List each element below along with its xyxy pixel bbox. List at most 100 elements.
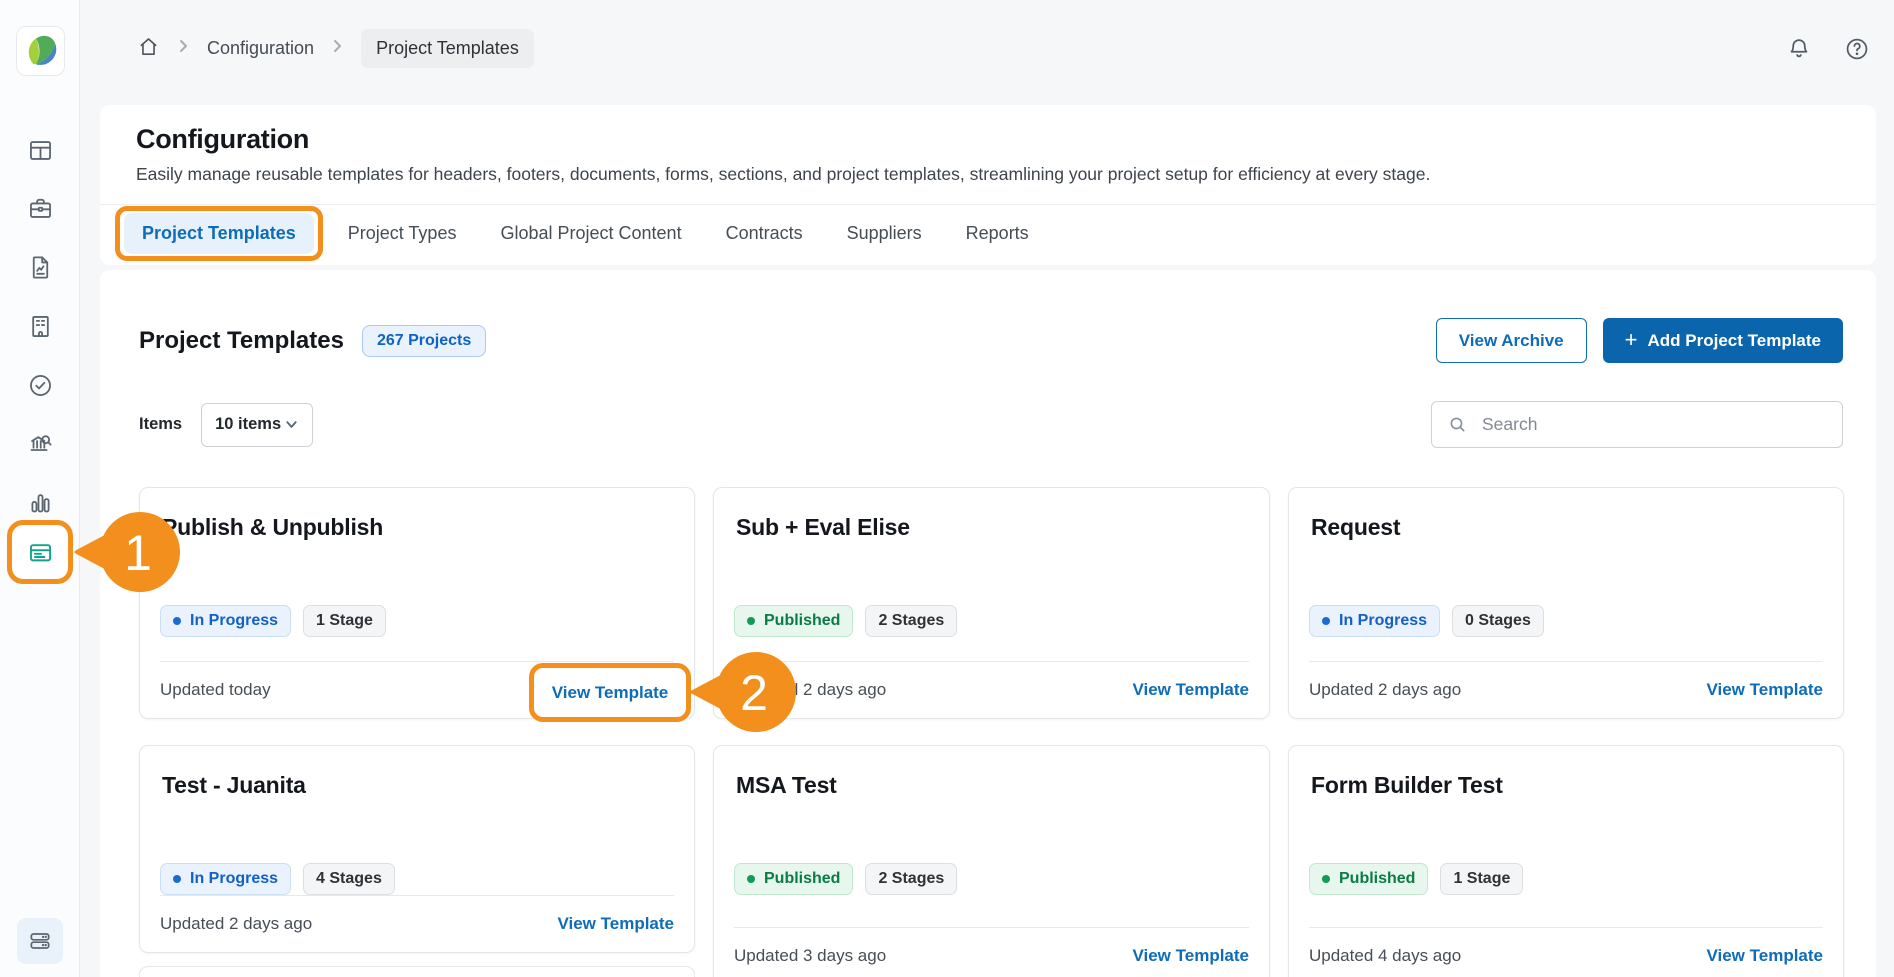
annotation-ring-view-template: View Template: [529, 663, 691, 722]
filter-row: Items 10 items: [139, 401, 1843, 448]
sidebar-item-sourcing[interactable]: [0, 419, 80, 467]
chevron-right-icon: [178, 38, 189, 59]
section-title: Project Templates: [139, 327, 344, 355]
check-circle-icon: [27, 372, 54, 399]
tab-project-templates[interactable]: Project Templates: [124, 213, 314, 254]
status-label: Published: [1339, 870, 1415, 888]
sidebar-item-projects[interactable]: [0, 184, 80, 232]
updated-text: Updated 2 days ago: [160, 914, 312, 934]
badge-row: In Progress 1 Stage: [160, 605, 674, 637]
status-label: In Progress: [1339, 612, 1427, 630]
tab-reports[interactable]: Reports: [956, 213, 1039, 254]
card-footer: Updated 3 days ago View Template: [734, 927, 1249, 977]
badge-row: Published 2 Stages: [734, 863, 1249, 895]
breadcrumb-configuration[interactable]: Configuration: [207, 38, 314, 59]
view-template-link[interactable]: View Template: [1132, 946, 1249, 966]
home-icon[interactable]: [137, 35, 160, 63]
view-template-link[interactable]: View Template: [557, 914, 674, 934]
status-label: In Progress: [190, 870, 278, 888]
help-button[interactable]: [1844, 36, 1870, 62]
topbar: Configuration Project Templates: [80, 0, 1894, 97]
template-card-partial: [139, 966, 695, 977]
plus-icon: +: [1625, 329, 1638, 351]
breadcrumb-project-templates[interactable]: Project Templates: [361, 29, 534, 68]
items-label: Items: [139, 415, 182, 434]
card-footer: Updated 2 days ago View Template: [734, 661, 1249, 718]
search-input[interactable]: [1480, 413, 1827, 436]
template-name: Test - Juanita: [162, 772, 672, 799]
view-template-link[interactable]: View Template: [1132, 680, 1249, 700]
sidebar-item-analytics[interactable]: [0, 478, 80, 526]
badge-row: In Progress 4 Stages: [160, 863, 674, 895]
sidebar-item-company[interactable]: [0, 302, 80, 350]
status-badge: In Progress: [160, 605, 291, 637]
view-template-link[interactable]: View Template: [552, 683, 669, 703]
tab-bar: Project Templates Project Types Global P…: [100, 204, 1876, 262]
building-icon: [27, 313, 54, 340]
template-card: Publish & Unpublish In Progress 1 Stage …: [139, 487, 695, 719]
updated-text: Updated today: [160, 680, 271, 700]
sidebar-item-documents[interactable]: [0, 243, 80, 291]
card-footer: Updated 4 days ago View Template: [1309, 927, 1823, 977]
stage-badge: 4 Stages: [303, 863, 395, 895]
app-logo[interactable]: [16, 26, 65, 76]
tab-label: Project Templates: [142, 223, 296, 243]
add-button-label: Add Project Template: [1648, 331, 1822, 351]
status-dot-icon: [1322, 617, 1330, 625]
status-dot-icon: [747, 875, 755, 883]
status-label: Published: [764, 612, 840, 630]
template-card: Request In Progress 0 Stages Updated 2 d…: [1288, 487, 1844, 719]
status-dot-icon: [173, 875, 181, 883]
status-badge: In Progress: [160, 863, 291, 895]
badge-row: Published 1 Stage: [1309, 863, 1823, 895]
bar-chart-icon: [27, 489, 54, 516]
items-per-page-select[interactable]: 10 items: [201, 403, 313, 447]
card-footer: Updated 2 days ago View Template: [1309, 661, 1823, 718]
chevron-down-icon: [284, 417, 299, 432]
sidebar-item-tasks[interactable]: [0, 361, 80, 409]
status-dot-icon: [747, 617, 755, 625]
card-footer: Updated 2 days ago View Template: [160, 895, 674, 952]
chevron-right-icon: [332, 38, 343, 59]
badge-row: Published 2 Stages: [734, 605, 1249, 637]
view-template-link[interactable]: View Template: [1706, 946, 1823, 966]
bell-icon: [1786, 36, 1812, 62]
view-template-link[interactable]: View Template: [1706, 680, 1823, 700]
template-name: Sub + Eval Elise: [736, 514, 1247, 541]
leaf-logo-icon: [21, 31, 61, 71]
template-name: Form Builder Test: [1311, 772, 1821, 799]
tab-contracts[interactable]: Contracts: [716, 213, 813, 254]
app-screen: Configuration Project Templates: [0, 0, 1894, 977]
projects-count-badge: 267 Projects: [362, 325, 486, 357]
sidebar-item-dashboard[interactable]: [0, 126, 80, 174]
tab-project-types[interactable]: Project Types: [338, 213, 467, 254]
view-archive-button[interactable]: View Archive: [1436, 318, 1587, 363]
topbar-actions: [1786, 0, 1870, 97]
status-label: In Progress: [190, 612, 278, 630]
notifications-button[interactable]: [1786, 36, 1812, 62]
page-header-panel: Configuration Easily manage reusable tem…: [100, 105, 1876, 265]
template-card: Sub + Eval Elise Published 2 Stages Upda…: [713, 487, 1270, 719]
institution-search-icon: [27, 430, 54, 457]
template-name: Request: [1311, 514, 1821, 541]
status-label: Published: [764, 870, 840, 888]
tab-suppliers[interactable]: Suppliers: [837, 213, 932, 254]
sidebar-item-templates[interactable]: [16, 529, 64, 575]
stage-badge: 2 Stages: [865, 605, 957, 637]
updated-text: Updated 4 days ago: [1309, 946, 1461, 966]
template-card: MSA Test Published 2 Stages Updated 3 da…: [713, 745, 1270, 977]
status-badge: In Progress: [1309, 605, 1440, 637]
server-stack-icon: [27, 928, 53, 954]
add-project-template-button[interactable]: + Add Project Template: [1603, 318, 1843, 363]
tab-global-project-content[interactable]: Global Project Content: [490, 213, 691, 254]
search-icon: [1447, 414, 1468, 435]
status-badge: Published: [734, 605, 853, 637]
page-title: Configuration: [100, 105, 1876, 155]
section-header: Project Templates 267 Projects View Arch…: [139, 270, 1843, 363]
templates-panel: Project Templates 267 Projects View Arch…: [100, 270, 1876, 977]
status-badge: Published: [734, 863, 853, 895]
dashboard-icon: [27, 137, 54, 164]
sidebar-item-system[interactable]: [17, 918, 63, 964]
updated-text: Updated 3 days ago: [734, 946, 886, 966]
status-dot-icon: [173, 617, 181, 625]
